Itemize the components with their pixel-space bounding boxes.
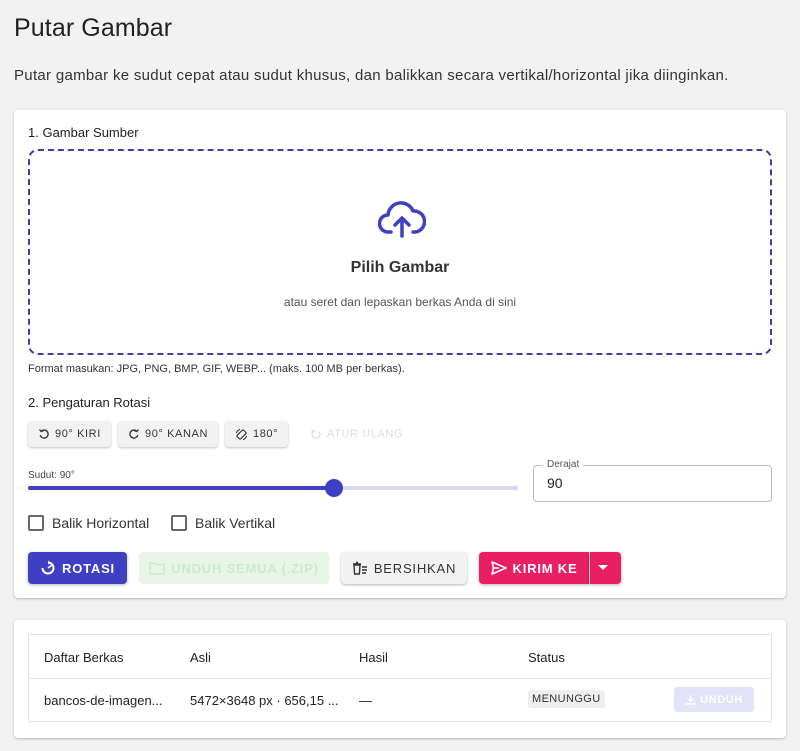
send-to-dropdown[interactable]	[590, 552, 621, 584]
dropzone-title[interactable]: Pilih Gambar	[30, 259, 770, 277]
rotate-right-label: 90° KANAN	[145, 428, 208, 440]
files-table: Daftar Berkas Asli Hasil Status bancos-d…	[28, 634, 772, 722]
file-original: 5472×3648 px · 656,15 ...	[190, 693, 339, 708]
rotate-icon	[41, 560, 55, 575]
header-result: Hasil	[359, 650, 388, 665]
clear-button[interactable]: BERSIHKAN	[341, 552, 467, 584]
rotate-right-button[interactable]: 90° KANAN	[118, 421, 218, 447]
download-button[interactable]: UNDUH	[674, 687, 754, 712]
clear-button-label: BERSIHKAN	[373, 560, 457, 576]
rotate-180-label: 180°	[253, 428, 279, 440]
reset-label: ATUR ULANG	[327, 428, 404, 440]
header-original: Asli	[190, 650, 211, 665]
file-dropzone[interactable]: Pilih Gambar atau seret dan lepaskan ber…	[28, 149, 772, 355]
status-badge: MENUNGGU	[528, 690, 605, 708]
download-icon	[685, 695, 696, 705]
reset-button[interactable]: ATUR ULANG	[310, 428, 403, 440]
rotate-button-label: ROTASI	[62, 560, 115, 576]
folder-download-icon	[149, 562, 165, 575]
file-result: —	[359, 693, 372, 708]
rotate-180-icon	[235, 428, 248, 440]
degree-field-label: Derajat	[543, 459, 584, 470]
rotation-section-label: 2. Pengaturan Rotasi	[28, 395, 151, 410]
download-label: UNDUH	[700, 693, 743, 706]
page-title: Putar Gambar	[14, 14, 173, 42]
rotate-left-label: 90° KIRI	[55, 428, 101, 440]
page-subtitle: Putar gambar ke sudut cepat atau sudut k…	[14, 67, 729, 84]
formats-note: Format masukan: JPG, PNG, BMP, GIF, WEBP…	[28, 363, 405, 375]
source-section-label: 1. Gambar Sumber	[28, 125, 139, 140]
rotate-left-button[interactable]: 90° KIRI	[28, 421, 111, 447]
send-to-button[interactable]: KIRIM KE	[479, 552, 589, 584]
flip-horizontal-box[interactable]	[28, 515, 44, 531]
send-to-label: KIRIM KE	[512, 560, 578, 576]
flip-vertical-box[interactable]	[171, 515, 187, 531]
flip-horizontal-label: Balik Horizontal	[52, 515, 150, 531]
header-status: Status	[528, 650, 565, 665]
rotate-button[interactable]: ROTASI	[28, 552, 127, 584]
download-all-label: UNDUH SEMUA (.ZIP)	[171, 560, 319, 576]
header-files: Daftar Berkas	[44, 650, 124, 665]
download-all-button[interactable]: UNDUH SEMUA (.ZIP)	[139, 552, 329, 584]
clear-list-icon	[352, 561, 367, 575]
send-icon	[490, 561, 507, 575]
rotate-right-icon	[129, 429, 140, 439]
files-card: Daftar Berkas Asli Hasil Status bancos-d…	[14, 620, 786, 738]
dropzone-subtitle: atau seret dan lepaskan berkas Anda di s…	[283, 295, 517, 309]
degree-field[interactable]: Derajat	[533, 459, 772, 502]
angle-slider-label: Sudut: 90°	[28, 470, 75, 481]
rotate-180-button[interactable]: 180°	[225, 421, 289, 447]
flip-horizontal-checkbox[interactable]: Balik Horizontal	[28, 515, 149, 531]
flip-vertical-label: Balik Vertikal	[195, 515, 276, 531]
angle-slider-fill	[28, 486, 335, 490]
rotate-left-icon	[38, 429, 49, 439]
table-header: Daftar Berkas Asli Hasil Status	[29, 635, 771, 679]
settings-card: 1. Gambar Sumber Pilih Gambar atau seret…	[14, 110, 786, 598]
reset-icon	[310, 429, 321, 439]
degree-input[interactable]	[547, 475, 747, 491]
angle-slider-thumb[interactable]	[325, 479, 344, 497]
angle-slider[interactable]	[28, 479, 518, 497]
cloud-upload-icon	[378, 201, 426, 238]
caret-down-icon	[597, 565, 608, 570]
file-name: bancos-de-imagen...	[44, 693, 163, 708]
flip-vertical-checkbox[interactable]: Balik Vertikal	[171, 515, 275, 531]
